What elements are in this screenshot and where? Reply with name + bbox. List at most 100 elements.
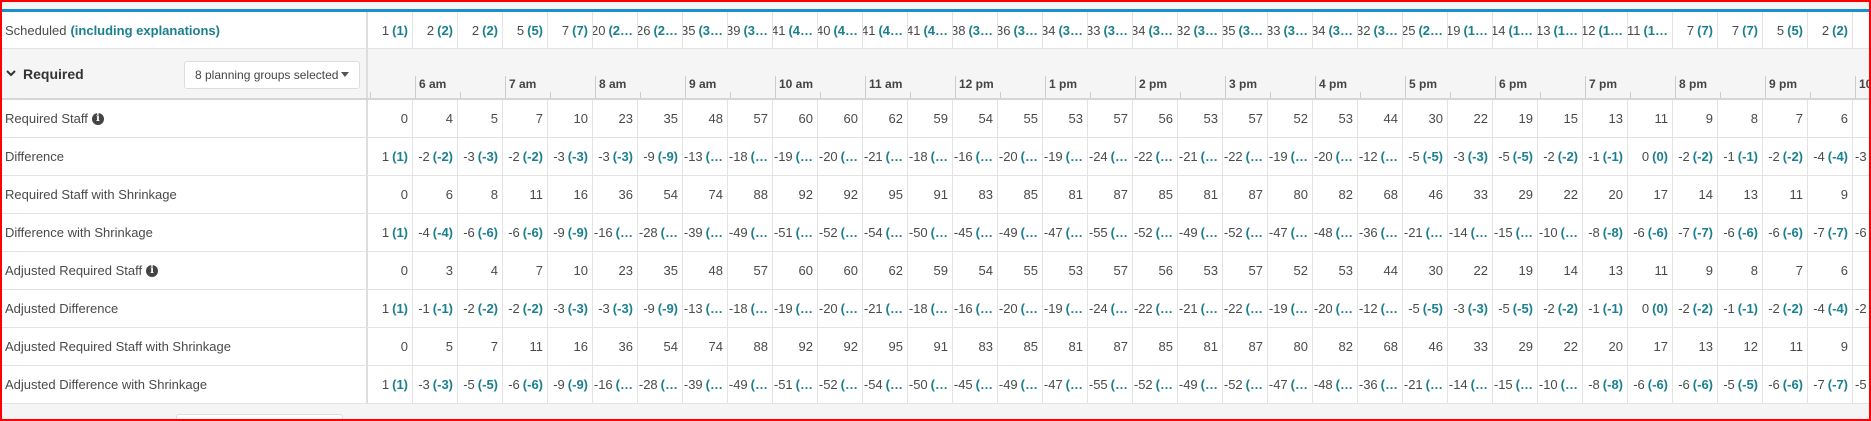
scheduled-cell[interactable]: 7 (7) <box>1718 12 1763 48</box>
cell-value: -2 <box>1543 301 1555 316</box>
table-cell: -21 (… <box>1178 290 1223 327</box>
scheduled-cell[interactable]: 36(3… <box>998 12 1043 48</box>
scheduled-cell[interactable]: 2 (2) <box>413 12 458 48</box>
scheduled-value: 25 <box>1403 22 1416 38</box>
table-cell: 6 <box>1808 252 1853 289</box>
scheduled-cell[interactable]: 2 (2) <box>1808 12 1853 48</box>
table-cell: -6 (-6) <box>1718 214 1763 251</box>
scheduled-cell[interactable]: 35(3… <box>1223 12 1268 48</box>
chevron-down-icon[interactable] <box>5 66 19 81</box>
scheduled-cell[interactable]: 32(3… <box>1358 12 1403 48</box>
scheduled-cell[interactable]: 41(4… <box>863 12 908 48</box>
scheduled-cell[interactable]: 34(3… <box>1043 12 1088 48</box>
cell-value-explained: (-9) <box>657 149 678 164</box>
cell-value-explained: (… <box>1065 301 1083 316</box>
cell-value-explained: (… <box>1290 149 1308 164</box>
cell-value: -9 <box>643 149 655 164</box>
scheduled-cell[interactable]: 1 (1) <box>368 12 413 48</box>
scheduled-cell[interactable]: 19(1… <box>1448 12 1493 48</box>
cell-value: -28 <box>638 377 658 392</box>
scheduled-cell[interactable]: 20(2… <box>593 12 638 48</box>
cell-value-explained: (… <box>615 225 633 240</box>
cell-value: -1 <box>1588 301 1600 316</box>
cell-value-explained: (… <box>1380 377 1398 392</box>
table-cell: 54 <box>953 252 998 289</box>
time-tick <box>1855 76 1856 98</box>
cell-value: -14 <box>1448 225 1468 240</box>
table-cell: -3 <box>1853 138 1869 175</box>
table-cell: -5 <box>1853 366 1869 403</box>
cell-value: -52 <box>1223 225 1243 240</box>
scheduled-cell[interactable]: 7 (7) <box>1673 12 1718 48</box>
cell-value: -6 <box>463 225 475 240</box>
scheduled-cell[interactable]: 39(3… <box>728 12 773 48</box>
scheduled-cell[interactable]: 5 (5) <box>1763 12 1808 48</box>
scheduled-cell[interactable]: 13(1… <box>1538 12 1583 48</box>
scheduled-cell[interactable]: 38(3… <box>953 12 998 48</box>
hour-label: 6 pm <box>1499 77 1528 91</box>
table-cell: 9 <box>1673 100 1718 137</box>
scheduled-cell[interactable]: 14(1… <box>1493 12 1538 48</box>
scheduled-cell[interactable]: 5 (5) <box>503 12 548 48</box>
table-cell: -16 (… <box>953 290 998 327</box>
table-cell: 57 <box>1088 252 1133 289</box>
table-cell: 11 <box>503 176 548 213</box>
including-explanations-link[interactable]: (including explanations) <box>70 23 220 38</box>
scheduled-cell[interactable]: 33(3… <box>1088 12 1133 48</box>
cell-value-explained: (1) <box>392 225 408 240</box>
scheduled-value-explained: (4… <box>878 22 903 38</box>
scheduled-cell[interactable]: 34(3… <box>1133 12 1178 48</box>
scheduled-cell[interactable]: 11 (1… <box>1628 12 1673 48</box>
scheduled-cell[interactable]: 34(3… <box>1313 12 1358 48</box>
scheduled-cell[interactable]: 35(3… <box>683 12 728 48</box>
table-cell: 74 <box>683 328 728 365</box>
scheduled-cell[interactable]: 41(4… <box>908 12 953 48</box>
cell-value-explained: (… <box>930 377 948 392</box>
cell-value-explained: (… <box>795 301 813 316</box>
table-cell: 85 <box>998 176 1043 213</box>
bottom-button[interactable] <box>176 414 343 419</box>
scheduled-cell[interactable]: 32(3… <box>1178 12 1223 48</box>
scheduled-cell[interactable]: 2 (2) <box>458 12 503 48</box>
time-tick <box>1630 92 1631 98</box>
scheduled-cell[interactable]: 26(2… <box>638 12 683 48</box>
scheduled-cell[interactable]: 40(4… <box>818 12 863 48</box>
table-cell: 81 <box>1178 176 1223 213</box>
table-cell: -47 (… <box>1268 214 1313 251</box>
table-cell: 44 <box>1358 252 1403 289</box>
cell-value: -48 <box>1313 377 1333 392</box>
scheduled-cell[interactable]: 25(2… <box>1403 12 1448 48</box>
scheduled-value: 39 <box>728 22 741 38</box>
table-cell: -52 (… <box>818 366 863 403</box>
scheduled-value-explained: (1) <box>392 22 408 38</box>
planning-groups-dropdown[interactable]: 8 planning groups selected <box>184 61 360 89</box>
cell-value: -3 <box>463 149 475 164</box>
table-cell: -4 (-4) <box>1808 138 1853 175</box>
data-row: Required Staff i 0 4 5 7 10 23 35 48 57 60 60 62 59 54 5… <box>2 100 1869 138</box>
row-label-text: Required Staff <box>5 111 88 126</box>
table-cell: -1 (-1) <box>413 290 458 327</box>
scheduled-value-explained: (2) <box>437 22 453 38</box>
cell-value: -52 <box>1133 225 1153 240</box>
table-cell: 9 <box>1808 176 1853 213</box>
scheduled-cell[interactable]: 33(3… <box>1268 12 1313 48</box>
scheduled-cell[interactable]: 12(1… <box>1583 12 1628 48</box>
required-title[interactable]: Required <box>23 66 84 82</box>
table-cell: -21 (… <box>1403 366 1448 403</box>
cell-value: -19 <box>1268 301 1288 316</box>
cell-value-explained: (-4) <box>1827 301 1848 316</box>
cell-value: -1 <box>1723 301 1735 316</box>
cell-value: -6 <box>508 225 520 240</box>
scheduled-cell[interactable]: 41(4… <box>773 12 818 48</box>
table-cell: 20 <box>1583 176 1628 213</box>
row-label-text: Required Staff with Shrinkage <box>5 187 177 202</box>
table-cell: 0 (0) <box>1628 290 1673 327</box>
scheduled-value: 41 <box>908 22 921 38</box>
scheduled-cell[interactable]: 7 (7) <box>548 12 593 48</box>
cell-value: -1 <box>418 301 430 316</box>
cell-value: -4 <box>1813 301 1825 316</box>
time-tick <box>955 76 956 98</box>
info-icon[interactable]: i <box>146 264 159 277</box>
info-icon[interactable]: i <box>91 112 104 125</box>
hour-label: 7 am <box>509 77 537 91</box>
